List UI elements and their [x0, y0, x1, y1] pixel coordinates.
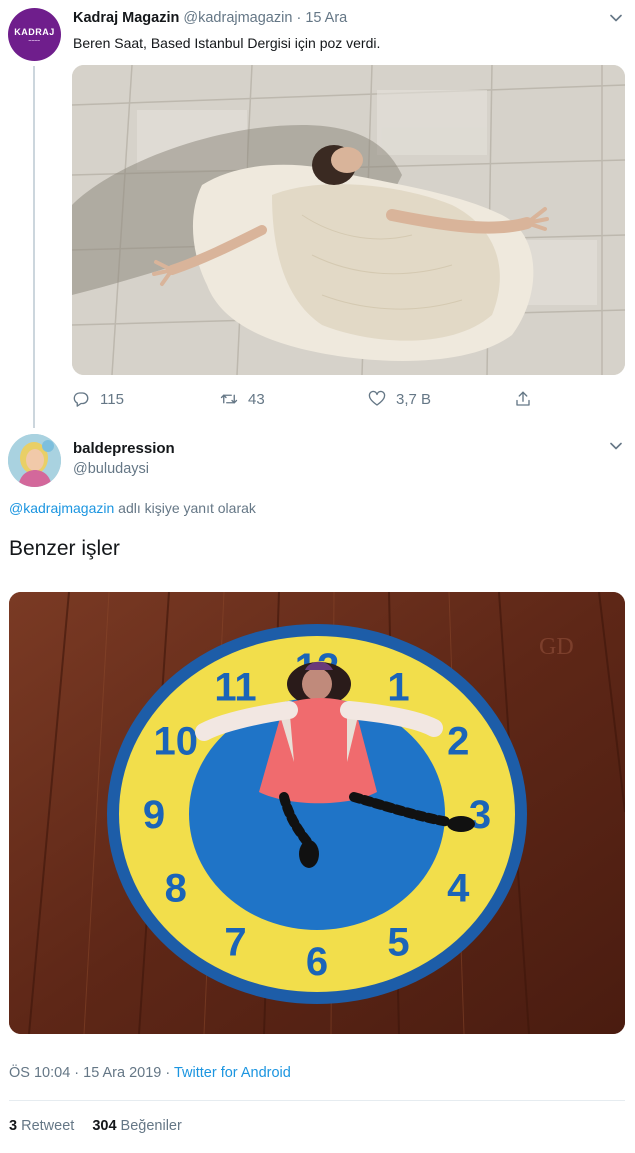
clock-numeral: 6	[306, 940, 328, 984]
clock-numeral: 11	[214, 666, 256, 710]
clock-numeral: 4	[447, 867, 470, 911]
reply-context-text: adlı kişiye yanıt olarak	[114, 500, 256, 516]
tweet-photo[interactable]	[72, 65, 625, 375]
clock-numeral: 2	[447, 720, 469, 764]
clock-numeral: 10	[154, 720, 199, 764]
likes-stat[interactable]: 304 Beğeniler	[92, 1118, 182, 1134]
author-handle[interactable]: @kadrajmagazin	[183, 10, 292, 26]
tweet-stats: 3 Retweet 304 Beğeniler	[9, 1118, 182, 1134]
reply-context: @kadrajmagazin adlı kişiye yanıt olarak	[9, 500, 256, 516]
thread-line	[33, 66, 35, 428]
tweet-text: Benzer işler	[9, 537, 120, 560]
chevron-down-icon[interactable]	[610, 14, 622, 24]
retweets-stat[interactable]: 3 Retweet	[9, 1118, 74, 1134]
tweet-timestamp[interactable]: ÖS 10:04 · 15 Ara 2019 ·	[9, 1065, 174, 1081]
svg-text:GD: GD	[539, 634, 574, 660]
retweet-count: 43	[248, 390, 265, 408]
retweet-button[interactable]: 43	[220, 390, 265, 408]
avatar[interactable]: KADRAJ ━━━━	[8, 8, 61, 61]
divider	[9, 1100, 625, 1101]
tweet-date[interactable]: 15 Ara	[305, 10, 347, 26]
clock-numeral: 7	[224, 920, 246, 964]
clock-numeral: 1	[387, 666, 409, 710]
share-button[interactable]	[514, 390, 532, 408]
author-name[interactable]: baldepression	[73, 440, 175, 457]
clock-numeral: 3	[469, 793, 491, 837]
reply-count: 115	[100, 390, 124, 408]
retweet-icon	[220, 390, 238, 408]
clock-numeral: 5	[387, 920, 409, 964]
parent-tweet[interactable]: KADRAJ ━━━━ Kadraj Magazin @kadrajmagazi…	[0, 0, 635, 430]
avatar[interactable]	[8, 434, 61, 487]
like-count: 3,7 B	[396, 390, 432, 408]
kadraj-logo-text: KADRAJ	[14, 26, 55, 37]
author-name[interactable]: Kadraj Magazin	[73, 10, 179, 26]
clock-numeral: 8	[165, 867, 187, 911]
reply-icon	[72, 390, 90, 408]
tweet-meta: ÖS 10:04 · 15 Ara 2019 · Twitter for And…	[9, 1065, 291, 1081]
tweet-text: Beren Saat, Based Istanbul Dergisi için …	[73, 35, 381, 51]
like-label: Beğeniler	[120, 1118, 182, 1134]
reply-button[interactable]: 115	[72, 390, 124, 408]
tweet-header: Kadraj Magazin @kadrajmagazin · 15 Ara	[73, 10, 347, 26]
retweet-count: 3	[9, 1118, 18, 1134]
separator: ·	[296, 10, 302, 26]
share-icon	[514, 390, 532, 408]
chevron-down-icon[interactable]	[610, 442, 622, 452]
clock-numeral: 9	[143, 793, 165, 837]
reply-mention-link[interactable]: @kadrajmagazin	[9, 500, 114, 516]
tweet-actions: 115 43 3,7 B	[72, 390, 625, 414]
retweet-label: Retweet	[21, 1118, 75, 1134]
tweet-photo[interactable]: 121234567891011 GD	[9, 592, 625, 1034]
like-icon	[368, 390, 386, 408]
like-count: 304	[92, 1118, 117, 1134]
kadraj-logo-sub: ━━━━	[28, 37, 41, 43]
like-button[interactable]: 3,7 B	[368, 390, 431, 408]
author-handle[interactable]: @buludaysi	[73, 461, 149, 477]
client-link[interactable]: Twitter for Android	[174, 1065, 291, 1081]
